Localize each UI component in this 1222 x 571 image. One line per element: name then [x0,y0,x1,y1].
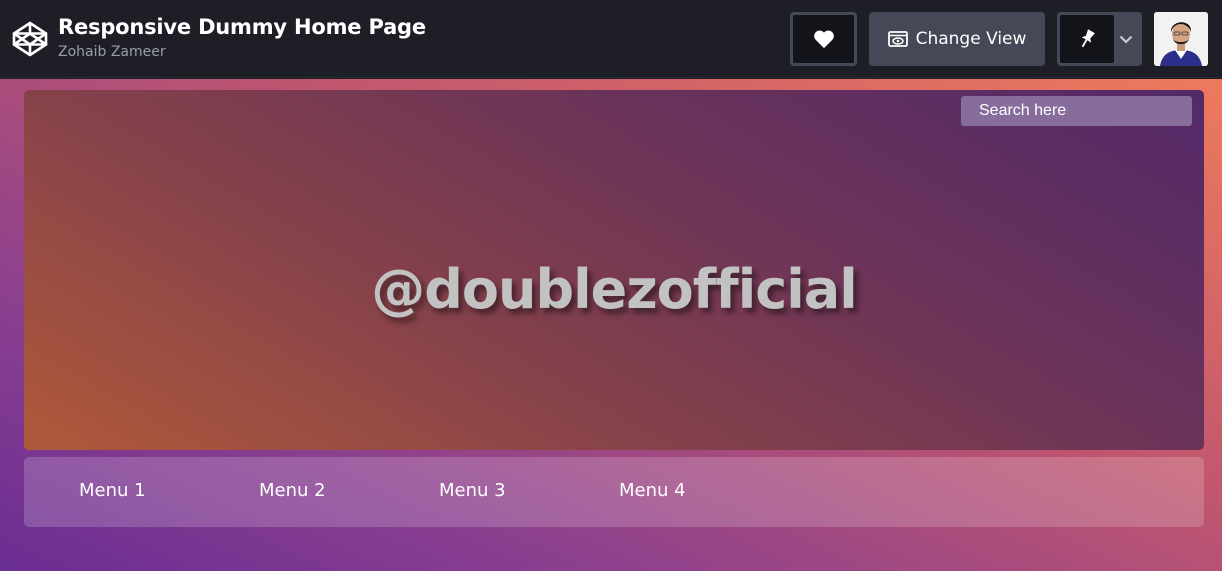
menu-bar: Menu 1 Menu 2 Menu 3 Menu 4 [24,457,1204,527]
menu-item-4[interactable]: Menu 4 [619,480,686,501]
hero-banner: @doublezofficial [24,90,1204,450]
like-button[interactable] [790,12,857,66]
chevron-down-icon [1120,35,1133,44]
eye-window-icon [887,31,908,47]
author-name[interactable]: Zohaib Zameer [58,44,166,60]
pin-button-group [1057,12,1142,66]
preview-frame: @doublezofficial Menu 1 Menu 2 Menu 3 Me… [0,79,1222,571]
hero-heading: @doublezofficial [371,258,857,321]
menu-item-1[interactable]: Menu 1 [79,480,146,501]
change-view-label: Change View [915,29,1027,49]
heart-icon [813,30,834,49]
change-view-button[interactable]: Change View [869,12,1045,66]
page-title[interactable]: Responsive Dummy Home Page [58,15,426,39]
pin-menu-toggle[interactable] [1114,15,1139,63]
top-bar: Responsive Dummy Home Page Zohaib Zameer… [0,0,1222,78]
user-avatar[interactable] [1154,12,1208,66]
codepen-logo-icon[interactable] [11,20,49,58]
pin-icon [1081,29,1095,48]
search-input[interactable] [961,96,1192,126]
avatar-image [1154,12,1208,66]
menu-item-2[interactable]: Menu 2 [259,480,326,501]
pin-button[interactable] [1060,15,1114,63]
menu-item-3[interactable]: Menu 3 [439,480,506,501]
